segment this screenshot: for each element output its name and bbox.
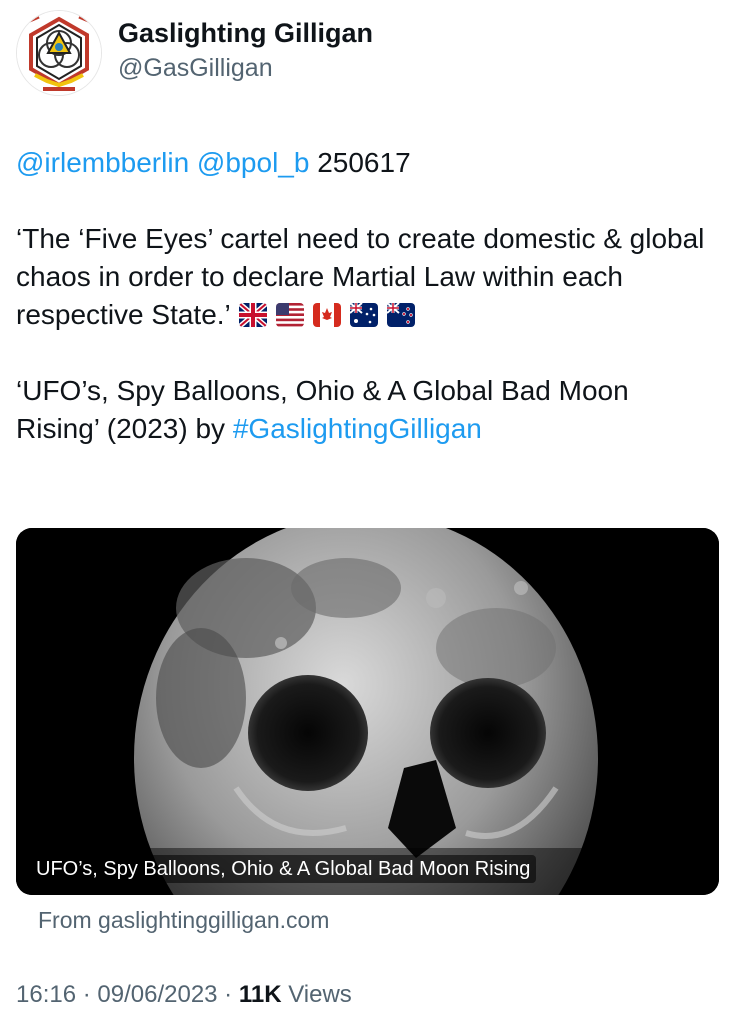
mentions-line: @irlembberlin @bpol_b 250617 (16, 144, 716, 182)
mention-link[interactable]: @bpol_b (197, 147, 310, 178)
code-text: 250617 (317, 147, 411, 178)
mention-link[interactable]: @irlembberlin (16, 147, 189, 178)
moon-skull-image (16, 528, 719, 895)
us-flag-icon (275, 303, 304, 327)
quote-paragraph: ‘The ‘Five Eyes’ cartel need to create d… (16, 220, 716, 334)
card-source[interactable]: From gaslightinggilligan.com (38, 904, 329, 936)
views-count: 11K (238, 981, 282, 1008)
tweet-header: Gaslighting Gilligan @GasGilligan (16, 10, 373, 96)
uk-flag-icon (238, 303, 267, 327)
title-paragraph: ‘UFO’s, Spy Balloons, Ohio & A Global Ba… (16, 372, 716, 448)
card-caption: UFO’s, Spy Balloons, Ohio & A Global Bad… (30, 855, 537, 883)
author-handle[interactable]: @GasGilligan (118, 50, 373, 86)
author-names: Gaslighting Gilligan @GasGilligan (118, 16, 373, 86)
tweet-text: @irlembberlin @bpol_b 250617 ‘The ‘Five … (16, 144, 716, 448)
hashtag-link[interactable]: #GaslightingGilligan (233, 413, 482, 444)
tweet-container: Gaslighting Gilligan @GasGilligan @irlem… (0, 0, 736, 1024)
tweet-date[interactable]: 09/06/2023 (97, 981, 217, 1008)
flag-emojis (238, 303, 415, 327)
link-card[interactable]: UFO’s, Spy Balloons, Ohio & A Global Bad… (16, 528, 719, 895)
meta-separator: · (76, 981, 98, 1008)
new-zealand-flag-icon (386, 303, 415, 327)
geometric-logo-icon (17, 11, 101, 95)
tweet-meta: 16:16 · 09/06/2023 · 11K Views (16, 978, 352, 1012)
views-label: Views (288, 981, 352, 1008)
author-display-name[interactable]: Gaslighting Gilligan (118, 16, 373, 50)
tweet-time[interactable]: 16:16 (16, 981, 76, 1008)
canada-flag-icon (312, 303, 341, 327)
avatar[interactable] (16, 10, 102, 96)
australia-flag-icon (349, 303, 378, 327)
meta-separator: · (217, 981, 239, 1008)
